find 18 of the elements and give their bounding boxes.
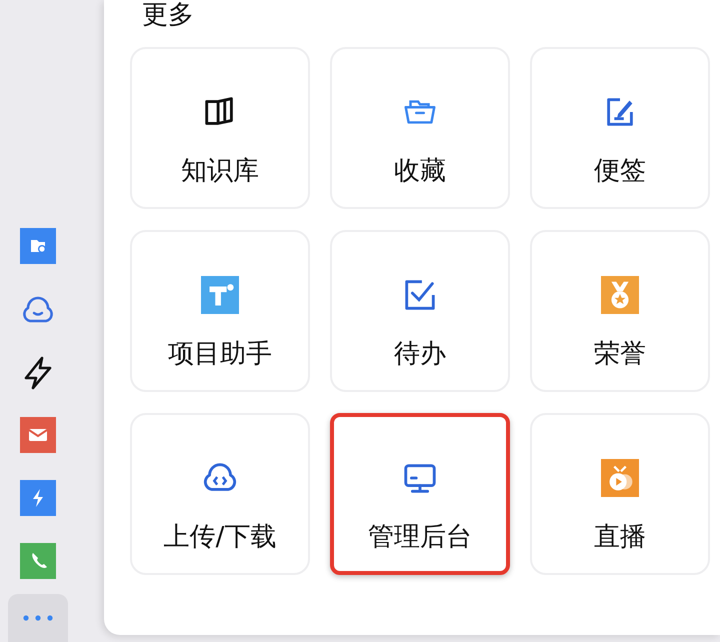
app-tile[interactable]: 荣誉 xyxy=(530,230,710,392)
app-tile[interactable]: 知识库 xyxy=(130,47,310,209)
folder-icon xyxy=(20,228,56,264)
medal-icon xyxy=(601,276,639,314)
app-tile[interactable]: 直播 xyxy=(530,413,710,575)
app-tile[interactable]: 收藏 xyxy=(330,47,510,209)
app-tile[interactable]: 待办 xyxy=(330,230,510,392)
app-tile[interactable]: 项目助手 xyxy=(130,230,310,392)
t-logo-icon xyxy=(201,276,239,314)
flash-icon xyxy=(20,480,56,516)
panel-title: 更多 xyxy=(141,0,195,30)
app-tile[interactable]: 上传/下载 xyxy=(130,413,310,575)
mail-icon xyxy=(20,416,56,452)
app-tile[interactable]: 便签 xyxy=(530,47,710,209)
tv-play-icon xyxy=(601,459,639,497)
more-icon xyxy=(23,615,53,621)
phone-icon xyxy=(20,542,56,578)
app-tile[interactable]: 管理后台 xyxy=(330,413,510,575)
